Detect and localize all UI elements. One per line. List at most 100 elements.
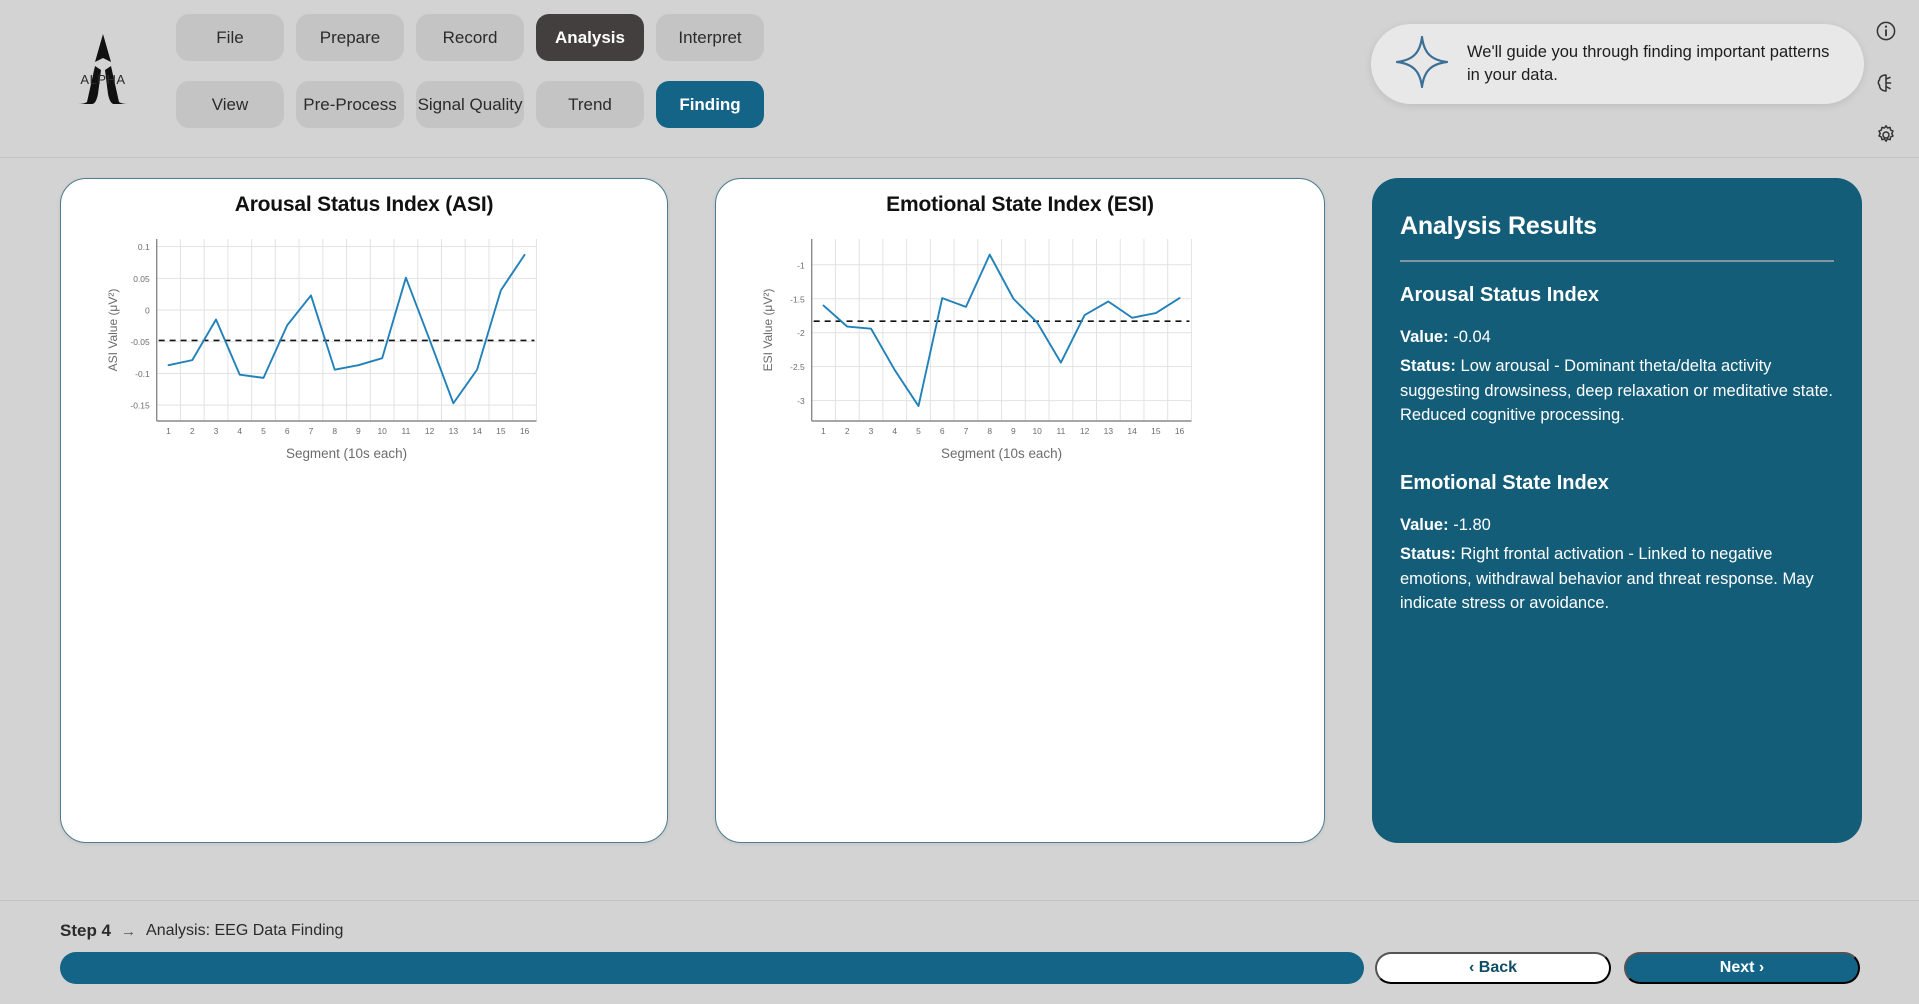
svg-text:6: 6 <box>940 426 945 436</box>
back-button[interactable]: ‹ Back <box>1375 952 1611 984</box>
results-status-esi: Status: Right frontal activation - Linke… <box>1400 542 1834 615</box>
logo-wordmark: ALPHA <box>62 72 144 87</box>
svg-text:10: 10 <box>1032 426 1042 436</box>
top-navigation-bar: ALPHA File Prepare Record Analysis Inter… <box>0 0 1919 158</box>
svg-text:-0.1: -0.1 <box>135 369 150 379</box>
svg-text:9: 9 <box>356 426 361 436</box>
svg-text:15: 15 <box>1151 426 1161 436</box>
svg-text:5: 5 <box>916 426 921 436</box>
svg-text:10: 10 <box>377 426 387 436</box>
brain-icon[interactable] <box>1875 72 1901 98</box>
arrow-right-icon: → <box>121 923 136 940</box>
esi-chart-card: Emotional State Index (ESI) -1 -1.5 -2 -2.5… <box>715 178 1325 843</box>
svg-text:2: 2 <box>190 426 195 436</box>
nav-tab-file[interactable]: File <box>176 14 284 61</box>
progress-bar[interactable] <box>60 952 1364 984</box>
svg-text:0: 0 <box>145 306 150 316</box>
guidance-toast: We'll guide you through finding importan… <box>1371 24 1864 104</box>
nav-tab-record[interactable]: Record <box>416 14 524 61</box>
results-value-text-esi: -1.80 <box>1453 516 1491 534</box>
svg-text:7: 7 <box>964 426 969 436</box>
svg-text:Segment (10s each): Segment (10s each) <box>941 446 1062 461</box>
esi-chart-title: Emotional State Index (ESI) <box>716 193 1324 217</box>
results-spacer <box>1400 432 1834 472</box>
sparkle-icon <box>1393 33 1451 96</box>
svg-text:13: 13 <box>1104 426 1114 436</box>
svg-text:-1: -1 <box>797 260 805 270</box>
nav-tab-view[interactable]: View <box>176 81 284 128</box>
svg-text:-2.5: -2.5 <box>790 362 805 372</box>
svg-text:4: 4 <box>892 426 897 436</box>
esi-chart-plot: -1-1.5-2-2.5-312345678910111213141516ESI… <box>716 225 1324 490</box>
results-status-label-asi: Status: <box>1400 357 1456 375</box>
application-window: ALPHA File Prepare Record Analysis Inter… <box>0 0 1919 1004</box>
svg-text:ASI Value (μV²): ASI Value (μV²) <box>106 289 120 372</box>
results-heading: Analysis Results <box>1400 212 1834 241</box>
utility-icon-rail <box>1867 20 1909 150</box>
svg-text:7: 7 <box>309 426 314 436</box>
svg-text:-2: -2 <box>797 328 805 338</box>
svg-text:16: 16 <box>1175 426 1185 436</box>
svg-text:9: 9 <box>1011 426 1016 436</box>
svg-text:4: 4 <box>237 426 242 436</box>
results-status-asi: Status: Low arousal - Dominant theta/del… <box>1400 354 1834 427</box>
nav-tab-signal-quality[interactable]: Signal Quality <box>416 81 524 128</box>
svg-text:ESI Value (μV²): ESI Value (μV²) <box>761 289 775 372</box>
nav-tab-pre-process[interactable]: Pre-Process <box>296 81 404 128</box>
step-name: Analysis: EEG Data Finding <box>146 922 343 940</box>
svg-text:11: 11 <box>402 426 411 436</box>
svg-text:-1.5: -1.5 <box>790 294 805 304</box>
svg-text:-0.05: -0.05 <box>130 337 150 347</box>
asi-chart-title: Arousal Status Index (ASI) <box>61 193 667 217</box>
results-value-label-esi: Value: <box>1400 516 1449 534</box>
svg-text:12: 12 <box>1080 426 1090 436</box>
svg-text:1: 1 <box>821 426 826 436</box>
main-content-area: Arousal Status Index (ASI) 0.1 0.05 0 -0.05… <box>0 158 1919 900</box>
toast-message: We'll guide you through finding importan… <box>1467 41 1838 88</box>
results-section-title-esi: Emotional State Index <box>1400 472 1834 495</box>
svg-text:14: 14 <box>472 426 482 436</box>
svg-text:0.1: 0.1 <box>138 242 150 252</box>
results-value-asi: Value: -0.04 <box>1400 325 1834 349</box>
svg-text:1: 1 <box>166 426 171 436</box>
results-value-label-asi: Value: <box>1400 328 1449 346</box>
results-value-esi: Value: -1.80 <box>1400 513 1834 537</box>
svg-text:6: 6 <box>285 426 290 436</box>
secondary-nav-row: View Pre-Process Signal Quality Trend Fi… <box>176 81 764 128</box>
gear-icon[interactable] <box>1875 124 1901 150</box>
analysis-results-panel: Analysis Results Arousal Status Index Va… <box>1372 178 1862 843</box>
alpha-logo: ALPHA <box>62 32 144 108</box>
step-number: Step 4 <box>60 921 111 941</box>
svg-text:15: 15 <box>496 426 506 436</box>
svg-text:14: 14 <box>1127 426 1137 436</box>
nav-tab-analysis[interactable]: Analysis <box>536 14 644 61</box>
results-section-title-asi: Arousal Status Index <box>1400 284 1834 307</box>
asi-chart-plot: 0.10.050-0.05-0.1-0.15123456789101112131… <box>61 225 667 490</box>
results-status-text-esi: Right frontal activation - Linked to neg… <box>1400 545 1814 612</box>
svg-text:3: 3 <box>869 426 874 436</box>
asi-chart-card: Arousal Status Index (ASI) 0.1 0.05 0 -0.05… <box>60 178 668 843</box>
results-status-text-asi: Low arousal - Dominant theta/delta activ… <box>1400 357 1833 424</box>
next-button[interactable]: Next › <box>1624 952 1860 984</box>
results-status-label-esi: Status: <box>1400 545 1456 563</box>
svg-text:-3: -3 <box>797 396 805 406</box>
svg-text:-0.15: -0.15 <box>130 401 150 411</box>
svg-text:16: 16 <box>520 426 530 436</box>
svg-text:11: 11 <box>1057 426 1066 436</box>
svg-text:3: 3 <box>214 426 219 436</box>
footer-bar: Step 4 → Analysis: EEG Data Finding ‹ Ba… <box>0 900 1919 1004</box>
svg-text:8: 8 <box>332 426 337 436</box>
results-divider <box>1400 260 1834 262</box>
nav-tab-prepare[interactable]: Prepare <box>296 14 404 61</box>
svg-text:2: 2 <box>845 426 850 436</box>
svg-text:Segment (10s each): Segment (10s each) <box>286 446 407 461</box>
info-icon[interactable] <box>1875 20 1901 46</box>
nav-tab-finding[interactable]: Finding <box>656 81 764 128</box>
primary-nav-row: File Prepare Record Analysis Interpret <box>176 14 764 61</box>
svg-text:0.05: 0.05 <box>133 274 150 284</box>
svg-text:5: 5 <box>261 426 266 436</box>
nav-tab-trend[interactable]: Trend <box>536 81 644 128</box>
nav-tab-interpret[interactable]: Interpret <box>656 14 764 61</box>
results-value-text-asi: -0.04 <box>1453 328 1491 346</box>
breadcrumb: Step 4 → Analysis: EEG Data Finding <box>60 921 343 941</box>
